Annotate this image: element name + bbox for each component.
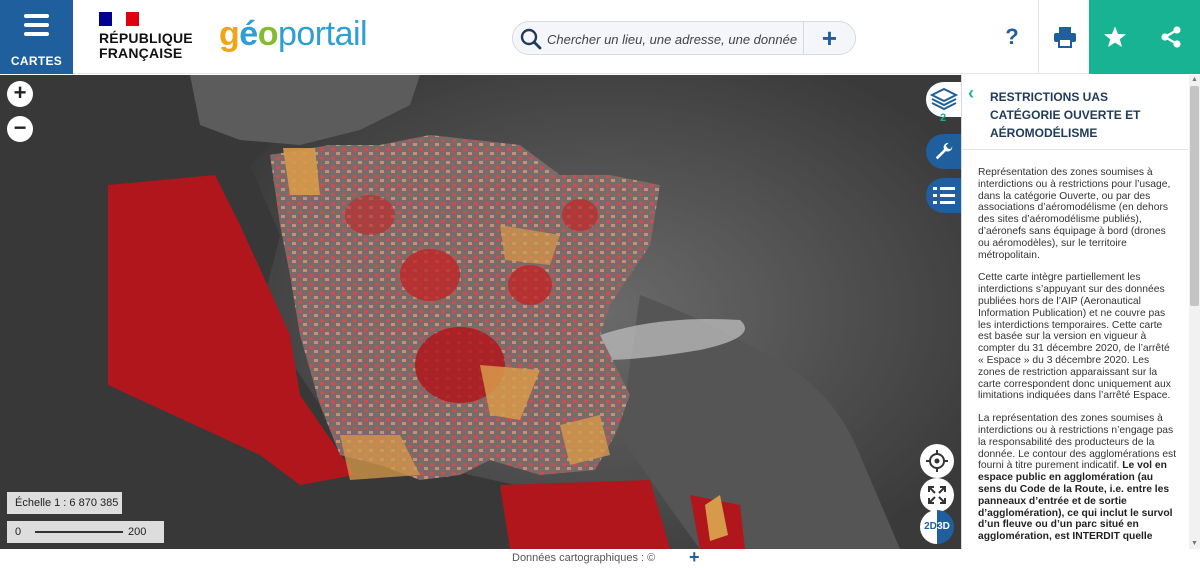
chevron-left-icon[interactable]: ‹ — [968, 83, 974, 104]
view-2d-3d-toggle[interactable]: 2D 3D — [920, 510, 954, 544]
footer: Données cartographiques : © + — [0, 547, 1200, 568]
search-input[interactable] — [547, 28, 797, 50]
fullscreen-button[interactable] — [920, 478, 954, 512]
layers-button[interactable]: 2 — [926, 82, 961, 124]
layers-icon — [929, 87, 959, 111]
legend-button[interactable] — [926, 178, 961, 213]
print-button[interactable] — [1038, 0, 1090, 74]
scale-distance: 200 km — [128, 526, 147, 549]
agglomeration-warning: Le vol en espace public en agglomération… — [978, 460, 1173, 543]
republique-francaise-logo: RÉPUBLIQUE FRANÇAISE — [99, 12, 193, 61]
scale-bar: 0 200 km — [7, 521, 164, 549]
panel-scrollbar-thumb[interactable] — [1190, 86, 1199, 306]
advanced-search-button[interactable]: + — [803, 22, 855, 54]
locate-button[interactable] — [920, 444, 954, 478]
share-button[interactable] — [1141, 0, 1200, 74]
favorite-button[interactable] — [1089, 0, 1141, 74]
crosshair-icon — [926, 450, 948, 472]
magnifier-icon[interactable] — [519, 27, 543, 51]
geoportail-logo[interactable]: géoportail — [219, 14, 368, 54]
star-icon — [1104, 26, 1126, 47]
description-paragraph-2: Cette carte intègre partiellement les in… — [978, 272, 1171, 402]
hamburger-icon — [24, 14, 49, 41]
layers-count: 2 — [940, 112, 947, 124]
panel-description: Représentation des zones soumises à inte… — [978, 167, 1178, 549]
french-flag-icon — [99, 12, 139, 26]
map-viewport[interactable]: + − 2 2D 3D Échelle 1: 6 870 385 0 200 — [0, 75, 961, 549]
share-icon — [1160, 26, 1181, 48]
scroll-up-icon[interactable]: ▲ — [1191, 76, 1198, 83]
list-icon — [933, 187, 955, 204]
map-credits: Données cartographiques : © — [512, 552, 656, 564]
panel-title: RESTRICTIONS UAS CATÉGORIE OUVERTE ET AÉ… — [990, 90, 1141, 140]
question-icon: ? — [1005, 24, 1019, 49]
scale-ratio: Échelle 1 : 6 870 385 — [7, 492, 122, 514]
help-button[interactable]: ? — [986, 0, 1038, 74]
zoom-out-button[interactable]: − — [7, 116, 33, 142]
republique-line-1: RÉPUBLIQUE — [99, 30, 193, 46]
divider — [962, 149, 1188, 150]
zoom-in-button[interactable]: + — [7, 81, 33, 107]
tools-button[interactable] — [926, 134, 961, 169]
search-bar: + — [512, 21, 856, 55]
printer-icon — [1053, 27, 1076, 48]
description-paragraph-1: Représentation des zones soumises à inte… — [978, 167, 1171, 261]
republique-line-2: FRANÇAISE — [99, 45, 183, 61]
top-header: CARTES RÉPUBLIQUE FRANÇAISE géoportail +… — [0, 0, 1200, 74]
scroll-down-icon[interactable]: ▼ — [1191, 540, 1198, 547]
maps-menu-label: CARTES — [10, 54, 63, 68]
description-paragraph-3: La représentation des zones soumises à i… — [978, 413, 1177, 543]
map-canvas — [0, 75, 961, 549]
scale-line — [35, 531, 123, 533]
layer-info-panel: ‹ RESTRICTIONS UAS CATÉGORIE OUVERTE ET … — [961, 75, 1200, 549]
wrench-icon — [935, 142, 953, 160]
credits-expand-button[interactable]: + — [689, 547, 700, 568]
expand-icon — [928, 486, 946, 504]
maps-menu-button[interactable]: CARTES — [0, 0, 73, 74]
scale-zero: 0 — [15, 526, 22, 538]
